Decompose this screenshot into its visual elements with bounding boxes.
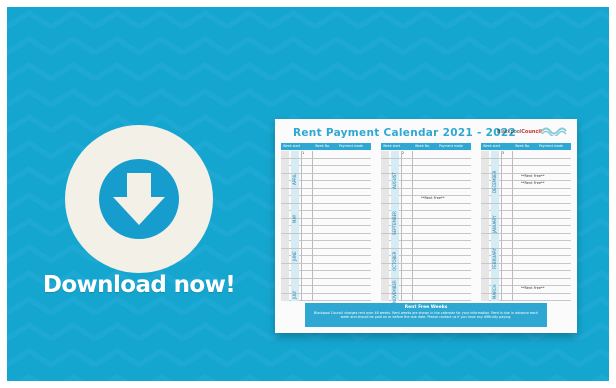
month-label: SEPTEMBER [392, 211, 397, 235]
council-logo: BlackpoolCouncil [497, 129, 542, 135]
column-header: Week start Week No. Payment made [381, 143, 471, 150]
download-badge[interactable] [65, 125, 213, 273]
calendar-preview[interactable]: Rent Payment Calendar 2021 - 2022 Blackp… [275, 119, 577, 333]
download-arrow-icon [113, 173, 165, 225]
calendar-column-3: Week start Week No. Payment made 3 **Ren… [481, 143, 571, 301]
column-header: Week start Week No. Payment made [481, 143, 571, 150]
month-label: MARCH [492, 284, 497, 299]
download-now-label[interactable]: Download now! [25, 272, 253, 298]
calendar-column-1: Week start Week No. Payment made 1 APRIL… [281, 143, 371, 301]
month-label: OCTOBER [392, 251, 397, 271]
banner[interactable]: Download now! Rent Payment Calendar 2021… [7, 7, 609, 381]
month-label: APRIL [292, 173, 297, 185]
month-label: JANUARY [492, 215, 497, 233]
month-label: FEBRUARY [492, 248, 497, 269]
footer-text: Blackpool Council charges rent over 48 w… [314, 311, 538, 320]
rent-free-weeks-note: Rent Free Weeks Blackpool Council charge… [305, 303, 547, 327]
wave-logo-icon [541, 127, 567, 136]
month-label: JULY [292, 290, 297, 299]
month-label: AUGUST [392, 172, 397, 189]
month-label: MAY [292, 214, 297, 223]
column-header: Week start Week No. Payment made [281, 143, 371, 150]
month-label: NOVEMBER [392, 280, 397, 303]
month-label: DECEMBER [492, 170, 497, 193]
calendar-column-2: Week start Week No. Payment made 2 **Ren… [381, 143, 471, 303]
month-label: JUNE [292, 251, 297, 261]
calendar-title: Rent Payment Calendar 2021 - 2022 [293, 127, 517, 139]
